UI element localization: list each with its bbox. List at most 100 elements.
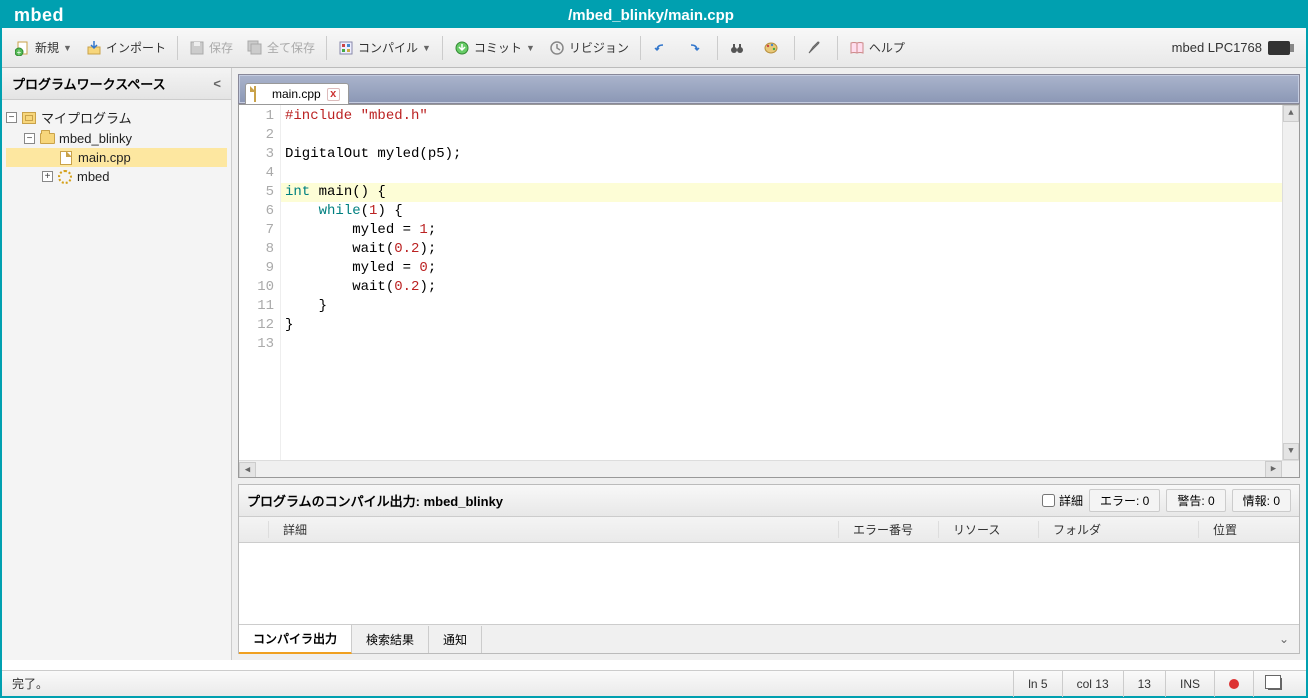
scroll-left-icon[interactable]: ◀ [239,462,256,478]
col-resource[interactable]: リソース [939,521,1039,538]
vertical-scrollbar[interactable]: ▲ ▼ [1282,105,1299,460]
code-line[interactable] [285,335,1278,354]
scroll-down-icon[interactable]: ▼ [1283,443,1299,460]
code-line[interactable]: } [285,316,1278,335]
save-all-button[interactable]: 全て保存 [241,36,321,59]
sidebar-header: プログラムワークスペース < [2,68,231,100]
settings-button[interactable] [800,37,832,59]
dropdown-caret-icon: ▼ [422,43,431,53]
print-button[interactable] [757,37,789,59]
tree-toggle-icon[interactable]: + [42,171,53,182]
code-line[interactable] [285,126,1278,145]
help-button[interactable]: ヘルプ [843,36,911,59]
toolbar-separator [837,36,838,60]
compile-icon [338,40,354,56]
target-selector[interactable]: mbed LPC1768 [1162,40,1300,55]
tree-file[interactable]: main.cpp [6,148,227,167]
tree-lib[interactable]: + mbed [6,167,227,186]
revision-button[interactable]: リビジョン [543,36,635,59]
tree-root[interactable]: − マイプログラム [6,106,227,129]
editor-tab[interactable]: main.cpp x [245,83,349,104]
code-editor[interactable]: 12345678910111213 #include "mbed.h" Digi… [238,104,1300,478]
output-expand-icon[interactable]: ⌄ [1269,632,1299,646]
import-button[interactable]: インポート [80,36,172,59]
output-header: プログラムのコンパイル出力: mbed_blinky 詳細 エラー: 0 警告:… [239,485,1299,517]
horizontal-scrollbar[interactable]: ◀ ▶ [239,460,1299,477]
book-icon [849,40,865,56]
new-button[interactable]: + 新規 ▼ [9,36,78,59]
detail-checkbox[interactable]: 詳細 [1042,492,1083,509]
commit-button[interactable]: コミット ▼ [448,36,541,59]
scroll-up-icon[interactable]: ▲ [1283,105,1299,122]
file-tree: − マイプログラム − mbed_blinky main.cpp [2,100,231,192]
output-panel: プログラムのコンパイル出力: mbed_blinky 詳細 エラー: 0 警告:… [238,484,1300,654]
undo-button[interactable] [646,37,678,59]
toolbar-separator [640,36,641,60]
status-record-icon[interactable] [1214,671,1253,697]
detail-checkbox-label: 詳細 [1059,492,1083,509]
code-line[interactable]: int main() { [281,183,1282,202]
sidebar: プログラムワークスペース < − マイプログラム − mbed_blinky [2,68,232,660]
tab-close-icon[interactable]: x [327,88,340,101]
col-location[interactable]: 位置 [1199,521,1299,538]
col-errno[interactable]: エラー番号 [839,521,939,538]
folder-icon [39,132,55,146]
code-body[interactable]: #include "mbed.h" DigitalOut myled(p5); … [281,105,1282,460]
save-icon [189,40,205,56]
svg-text:+: + [17,48,22,56]
import-icon [86,40,102,56]
status-windows-icon[interactable] [1253,671,1296,697]
find-button[interactable] [723,37,755,59]
help-label: ヘルプ [869,39,905,56]
file-icon [254,87,268,101]
status-bar: 完了。 ln 5 col 13 13 INS [2,670,1306,696]
code-line[interactable]: wait(0.2); [285,240,1278,259]
tree-lib-label: mbed [77,169,110,184]
errors-badge[interactable]: エラー: 0 [1089,489,1160,512]
sidebar-collapse-icon[interactable]: < [213,76,221,91]
save-all-icon [247,40,263,56]
code-line[interactable]: myled = 1; [285,221,1278,240]
tab-notifications[interactable]: 通知 [429,626,482,653]
infos-badge[interactable]: 情報: 0 [1232,489,1291,512]
tree-toggle-icon[interactable]: − [24,133,35,144]
dropdown-caret-icon: ▼ [526,43,535,53]
toolbar-separator [177,36,178,60]
editor-tabstrip: main.cpp x [238,74,1300,104]
chip-icon [1268,41,1290,55]
scroll-right-icon[interactable]: ▶ [1265,461,1282,478]
tree-project[interactable]: − mbed_blinky [6,129,227,148]
toolbar-separator [794,36,795,60]
output-body [239,543,1299,624]
undo-icon [652,40,668,56]
dropdown-caret-icon: ▼ [63,43,72,53]
code-line[interactable]: myled = 0; [285,259,1278,278]
toolbar-separator [717,36,718,60]
target-label: mbed LPC1768 [1172,40,1262,55]
tab-search-results[interactable]: 検索結果 [352,626,429,653]
warnings-badge[interactable]: 警告: 0 [1166,489,1225,512]
save-button[interactable]: 保存 [183,36,239,59]
code-line[interactable]: wait(0.2); [285,278,1278,297]
tree-toggle-icon[interactable]: − [6,112,17,123]
code-line[interactable]: #include "mbed.h" [285,107,1278,126]
status-col: col 13 [1062,671,1123,697]
tab-compiler-output[interactable]: コンパイラ出力 [239,625,352,654]
detail-checkbox-input[interactable] [1042,494,1055,507]
col-detail[interactable]: 詳細 [269,521,839,538]
output-title: プログラムのコンパイル出力: mbed_blinky [247,491,503,510]
status-ins: INS [1165,671,1214,697]
revision-icon [549,40,565,56]
code-line[interactable]: } [285,297,1278,316]
app-logo: mbed [2,5,76,26]
code-line[interactable] [285,164,1278,183]
tab-label: main.cpp [272,87,321,101]
redo-button[interactable] [680,37,712,59]
code-line[interactable]: DigitalOut myled(p5); [285,145,1278,164]
status-message: 完了。 [12,675,48,692]
compile-button[interactable]: コンパイル ▼ [332,36,437,59]
code-line[interactable]: while(1) { [285,202,1278,221]
save-all-label: 全て保存 [267,39,315,56]
toolbar: + 新規 ▼ インポート 保存 全て保存 コンパイル ▼ コミット ▼ [2,28,1306,68]
col-folder[interactable]: フォルダ [1039,521,1199,538]
